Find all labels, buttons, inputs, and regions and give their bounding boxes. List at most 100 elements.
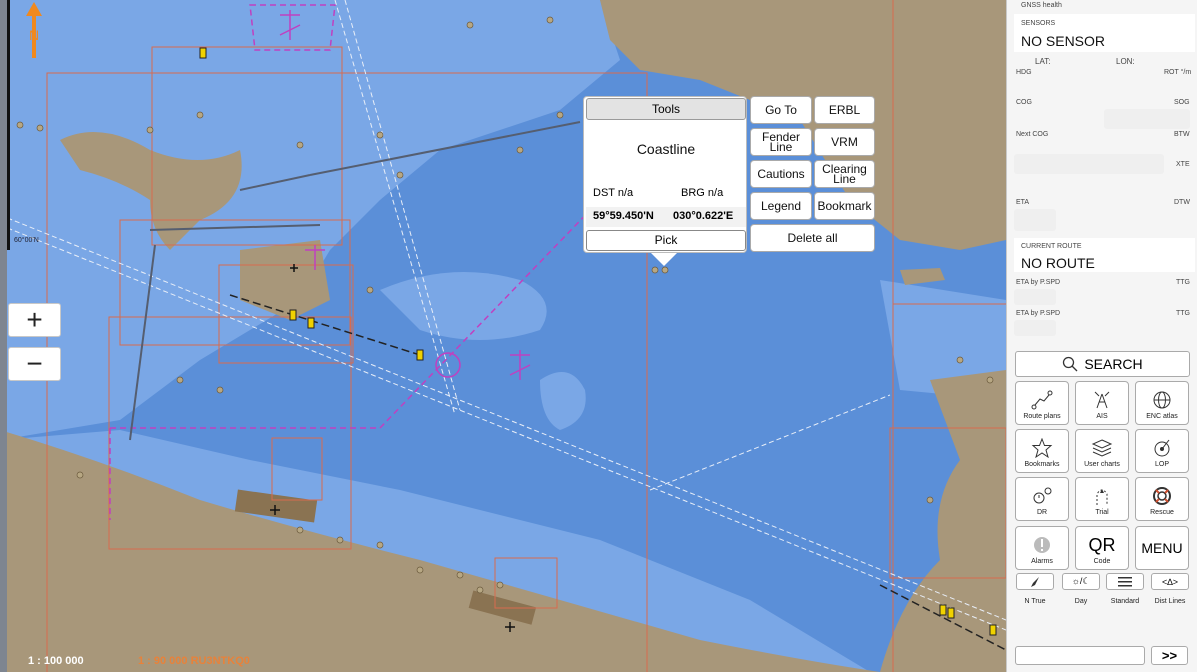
alarms-label: Alarms xyxy=(1031,558,1053,565)
lop-button[interactable]: LOP xyxy=(1135,429,1189,473)
sidebar xyxy=(1006,0,1197,672)
alarm-icon xyxy=(1034,537,1050,553)
ttg-label-1: TTG xyxy=(1176,279,1190,286)
compass-needle-icon xyxy=(1031,576,1039,587)
north-up-toggle[interactable] xyxy=(1016,573,1054,590)
gnss-health-label: GNSS health xyxy=(1021,2,1062,9)
search-icon xyxy=(1063,356,1078,372)
dr-button[interactable]: DR xyxy=(1015,477,1069,521)
cog-label: COG xyxy=(1016,99,1032,106)
dtw-label: DTW xyxy=(1174,199,1190,206)
menu-label: MENU xyxy=(1141,540,1183,556)
sog-label: SOG xyxy=(1174,99,1190,106)
delete-all-button[interactable]: Delete all xyxy=(750,224,875,252)
route-plans-button[interactable]: Route plans xyxy=(1015,381,1069,425)
star-icon xyxy=(1031,438,1053,458)
globe-icon xyxy=(1153,391,1171,409)
eta-pspd-label-2: ETA by P.SPD xyxy=(1016,310,1061,317)
scale-label: 1 : 100 000 xyxy=(28,655,84,667)
lifebuoy-icon xyxy=(1153,487,1171,505)
hdg-label: HDG xyxy=(1016,69,1032,76)
display-mode-button[interactable] xyxy=(1106,573,1144,590)
dst-value: DST n/a xyxy=(593,187,634,199)
enc-atlas-label: ENC atlas xyxy=(1146,413,1178,420)
rot-label: ROT °/m xyxy=(1164,69,1192,76)
qr-icon: QR xyxy=(1088,535,1116,555)
n-true-label: N True xyxy=(1024,598,1046,605)
code-label: Code xyxy=(1093,558,1111,565)
bookmark-button[interactable]: Bookmark xyxy=(814,192,875,220)
lop-label: LOP xyxy=(1154,461,1169,468)
route-value: NO ROUTE xyxy=(1021,255,1095,271)
ais-icon xyxy=(1094,391,1110,409)
north-arrow-icon: N xyxy=(26,2,42,58)
vrm-button[interactable]: VRM xyxy=(814,128,875,156)
north-letter: N xyxy=(29,27,39,43)
pick-button[interactable]: Pick xyxy=(586,230,746,251)
xte-value-box xyxy=(1014,154,1164,174)
dist-lines-toggle[interactable]: <∆> xyxy=(1151,573,1189,590)
zoom-in-button[interactable]: + xyxy=(8,303,61,337)
cautions-button[interactable]: Cautions xyxy=(750,160,812,188)
latitude-value: 59°59.450'N xyxy=(593,210,654,222)
trial-icon xyxy=(1096,489,1108,505)
brg-value: BRG n/a xyxy=(681,187,724,199)
user-charts-label: User charts xyxy=(1084,461,1120,468)
go-to-button[interactable]: Go To xyxy=(750,96,812,124)
longitude-value: 030°0.622'E xyxy=(673,210,734,222)
erbl-button[interactable]: ERBL xyxy=(814,96,875,124)
bookmarks-button[interactable]: Bookmarks xyxy=(1015,429,1069,473)
trial-button[interactable]: Trial xyxy=(1075,477,1129,521)
eta-pspd-value-1 xyxy=(1014,289,1056,305)
hamburger-icon xyxy=(1118,576,1132,586)
eta-label: ETA xyxy=(1016,199,1030,206)
dr-icon xyxy=(1033,487,1052,504)
object-info-popup: Tools Coastline DST n/a BRG n/a 59°59.45… xyxy=(583,96,747,253)
layers-icon xyxy=(1091,439,1113,457)
dist-lines-icon: <∆> xyxy=(1161,576,1179,587)
next-button[interactable]: >> xyxy=(1151,646,1188,665)
day-label: Day xyxy=(1074,598,1088,605)
current-route-label: CURRENT ROUTE xyxy=(1021,243,1082,250)
command-field[interactable] xyxy=(1015,646,1145,665)
sensor-value: NO SENSOR xyxy=(1021,33,1106,49)
xte-label: XTE xyxy=(1176,161,1190,168)
rescue-label: Rescue xyxy=(1150,509,1174,516)
dist-lines-label: Dist Lines xyxy=(1154,598,1186,605)
ttg-label-2: TTG xyxy=(1176,310,1190,317)
route-plans-label: Route plans xyxy=(1023,413,1061,420)
ais-label: AIS xyxy=(1096,413,1108,420)
fender-line-button[interactable]: Fender Line xyxy=(750,128,812,156)
sensors-label: SENSORS xyxy=(1021,20,1056,27)
popup-pointer xyxy=(651,253,677,266)
btw-label: BTW xyxy=(1174,131,1190,138)
menu-button[interactable]: MENU xyxy=(1135,526,1189,570)
route-plans-icon xyxy=(1031,390,1053,410)
plus-icon: + xyxy=(26,304,43,335)
qr-code-button[interactable]: QR Code xyxy=(1075,526,1129,570)
enc-atlas-button[interactable]: ENC atlas xyxy=(1135,381,1189,425)
clearing-line-button[interactable]: Clearing Line xyxy=(814,160,875,188)
eta-pspd-label-1: ETA by P.SPD xyxy=(1016,279,1061,286)
alarms-button[interactable]: Alarms xyxy=(1015,526,1069,570)
lat-label: LAT: xyxy=(1035,57,1051,66)
search-label: SEARCH xyxy=(1084,356,1143,372)
zoom-out-button[interactable]: − xyxy=(8,347,61,381)
object-name: Coastline xyxy=(636,141,696,157)
eta-pspd-value-2 xyxy=(1014,320,1056,336)
search-button[interactable]: SEARCH xyxy=(1015,351,1190,377)
legend-button[interactable]: Legend xyxy=(750,192,812,220)
dr-label: DR xyxy=(1036,509,1048,516)
user-charts-button[interactable]: User charts xyxy=(1075,429,1129,473)
bookmarks-label: Bookmarks xyxy=(1024,461,1060,468)
standard-label: Standard xyxy=(1110,598,1140,605)
lop-icon xyxy=(1154,439,1170,457)
tools-button[interactable]: Tools xyxy=(586,98,746,120)
trial-label: Trial xyxy=(1095,509,1109,516)
lon-label: LON: xyxy=(1116,57,1135,66)
latitude-tick-label: 60°00'N xyxy=(14,237,39,244)
day-night-toggle[interactable]: ☼/☾ xyxy=(1062,573,1100,590)
eta-value-box xyxy=(1014,209,1056,231)
rescue-button[interactable]: Rescue xyxy=(1135,477,1189,521)
ais-button[interactable]: AIS xyxy=(1075,381,1129,425)
